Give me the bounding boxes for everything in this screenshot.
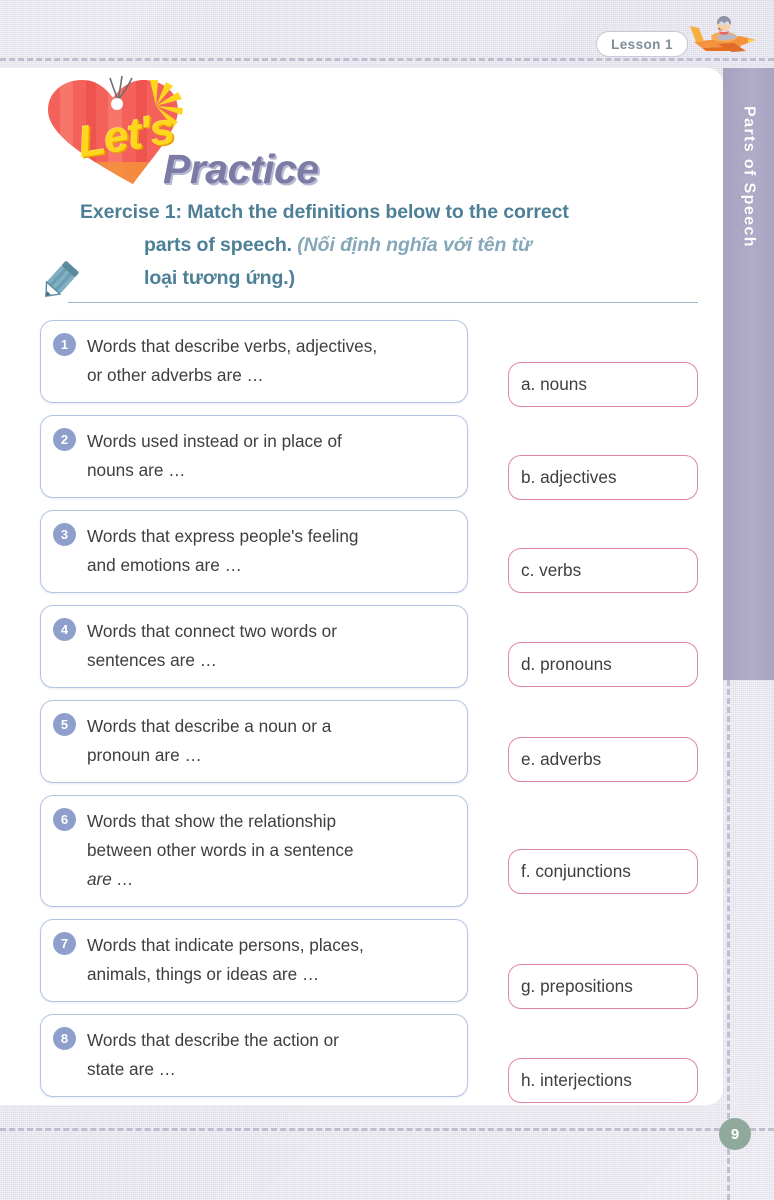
definition-text-line1: Words that connect two words or: [87, 621, 337, 641]
option-item-a[interactable]: a. nouns: [508, 362, 698, 407]
definitions-column: 1 Words that describe verbs, adjectives,…: [40, 320, 468, 1105]
logo-practice-text: Practice: [163, 146, 319, 193]
definition-text-line2: state are …: [87, 1059, 176, 1079]
definition-item[interactable]: 2 Words used instead or in place of noun…: [40, 415, 468, 498]
definition-text: Words that connect two words or sentence…: [87, 617, 453, 675]
definition-text-line1: Words that show the relationship: [87, 811, 336, 831]
definition-text-line2: and emotions are …: [87, 555, 242, 575]
lesson-badge: Lesson 1: [596, 31, 688, 57]
definition-text: Words that describe a noun or a pronoun …: [87, 712, 453, 770]
definition-item[interactable]: 5 Words that describe a noun or a pronou…: [40, 700, 468, 783]
option-item-h[interactable]: h. interjections: [508, 1058, 698, 1103]
boy-in-airplane-icon: [688, 12, 762, 62]
options-column: a. nouns b. adjectives c. verbs d. prono…: [508, 320, 698, 1103]
definition-text-line1: Words that express people's feeling: [87, 526, 358, 546]
definition-item[interactable]: 3 Words that express people's feeling an…: [40, 510, 468, 593]
page-number: 9: [719, 1118, 751, 1150]
option-item-g[interactable]: g. prepositions: [508, 964, 698, 1009]
definition-text-line2: or other adverbs are …: [87, 365, 264, 385]
option-item-c[interactable]: c. verbs: [508, 548, 698, 593]
exercise-heading: Exercise 1: Match the definitions below …: [80, 196, 700, 295]
definition-text-line1: Words that describe a noun or a: [87, 716, 331, 736]
heading-divider: [68, 302, 698, 303]
definition-number-badge: 8: [53, 1027, 76, 1050]
definition-text-line2: pronoun are …: [87, 745, 202, 765]
definition-text: Words that express people's feeling and …: [87, 522, 453, 580]
definition-item[interactable]: 8 Words that describe the action or stat…: [40, 1014, 468, 1097]
option-item-b[interactable]: b. adjectives: [508, 455, 698, 500]
dashed-trim-line-bottom: [0, 1128, 774, 1131]
content-card: Let's Practice Exercise 1: Match the def…: [0, 68, 723, 1105]
definition-text: Words that show the relationship between…: [87, 807, 453, 894]
definition-number-badge: 4: [53, 618, 76, 641]
definition-number-badge: 5: [53, 713, 76, 736]
definition-text: Words used instead or in place of nouns …: [87, 427, 453, 485]
definition-item[interactable]: 6 Words that show the relationship betwe…: [40, 795, 468, 907]
definition-text: Words that describe the action or state …: [87, 1026, 453, 1084]
definition-text-line3: are …: [87, 869, 134, 889]
definition-number-badge: 7: [53, 932, 76, 955]
definition-text-line2: sentences are …: [87, 650, 217, 670]
section-side-tab: Parts of Speech: [723, 68, 774, 680]
definition-text-line1: Words that indicate persons, places,: [87, 935, 364, 955]
exercise-heading-line2-en: parts of speech.: [144, 234, 292, 256]
exercise-heading-line2-vn: (Nối định nghĩa với tên từ: [297, 234, 532, 256]
lets-practice-logo: Let's Practice: [38, 76, 348, 188]
exercise-heading-line3: loại tương ứng.): [80, 262, 700, 295]
definition-text-line2: animals, things or ideas are …: [87, 964, 319, 984]
section-side-tab-label: Parts of Speech: [740, 106, 758, 248]
definition-item[interactable]: 1 Words that describe verbs, adjectives,…: [40, 320, 468, 403]
definition-text-line1: Words used instead or in place of: [87, 431, 342, 451]
definition-item[interactable]: 4 Words that connect two words or senten…: [40, 605, 468, 688]
exercise-heading-line2: parts of speech. (Nối định nghĩa với tên…: [80, 229, 700, 262]
definition-text-line2: nouns are …: [87, 460, 185, 480]
definition-text: Words that describe verbs, adjectives, o…: [87, 332, 453, 390]
definition-number-badge: 1: [53, 333, 76, 356]
definition-item[interactable]: 7 Words that indicate persons, places, a…: [40, 919, 468, 1002]
definition-text-line1: Words that describe verbs, adjectives,: [87, 336, 377, 356]
definition-text-line2: between other words in a sentence: [87, 840, 354, 860]
definition-number-badge: 2: [53, 428, 76, 451]
option-item-d[interactable]: d. pronouns: [508, 642, 698, 687]
worksheet-page: Lesson 1: [0, 0, 774, 1200]
definition-text: Words that indicate persons, places, ani…: [87, 931, 453, 989]
option-item-e[interactable]: e. adverbs: [508, 737, 698, 782]
lesson-badge-label: Lesson 1: [611, 37, 673, 52]
pencil-icon: [37, 260, 83, 304]
definition-number-badge: 6: [53, 808, 76, 831]
exercise-heading-line1: Exercise 1: Match the definitions below …: [80, 196, 700, 229]
dashed-trim-line-top: [0, 58, 774, 61]
option-item-f[interactable]: f. conjunctions: [508, 849, 698, 894]
definition-number-badge: 3: [53, 523, 76, 546]
definition-text-line1: Words that describe the action or: [87, 1030, 339, 1050]
